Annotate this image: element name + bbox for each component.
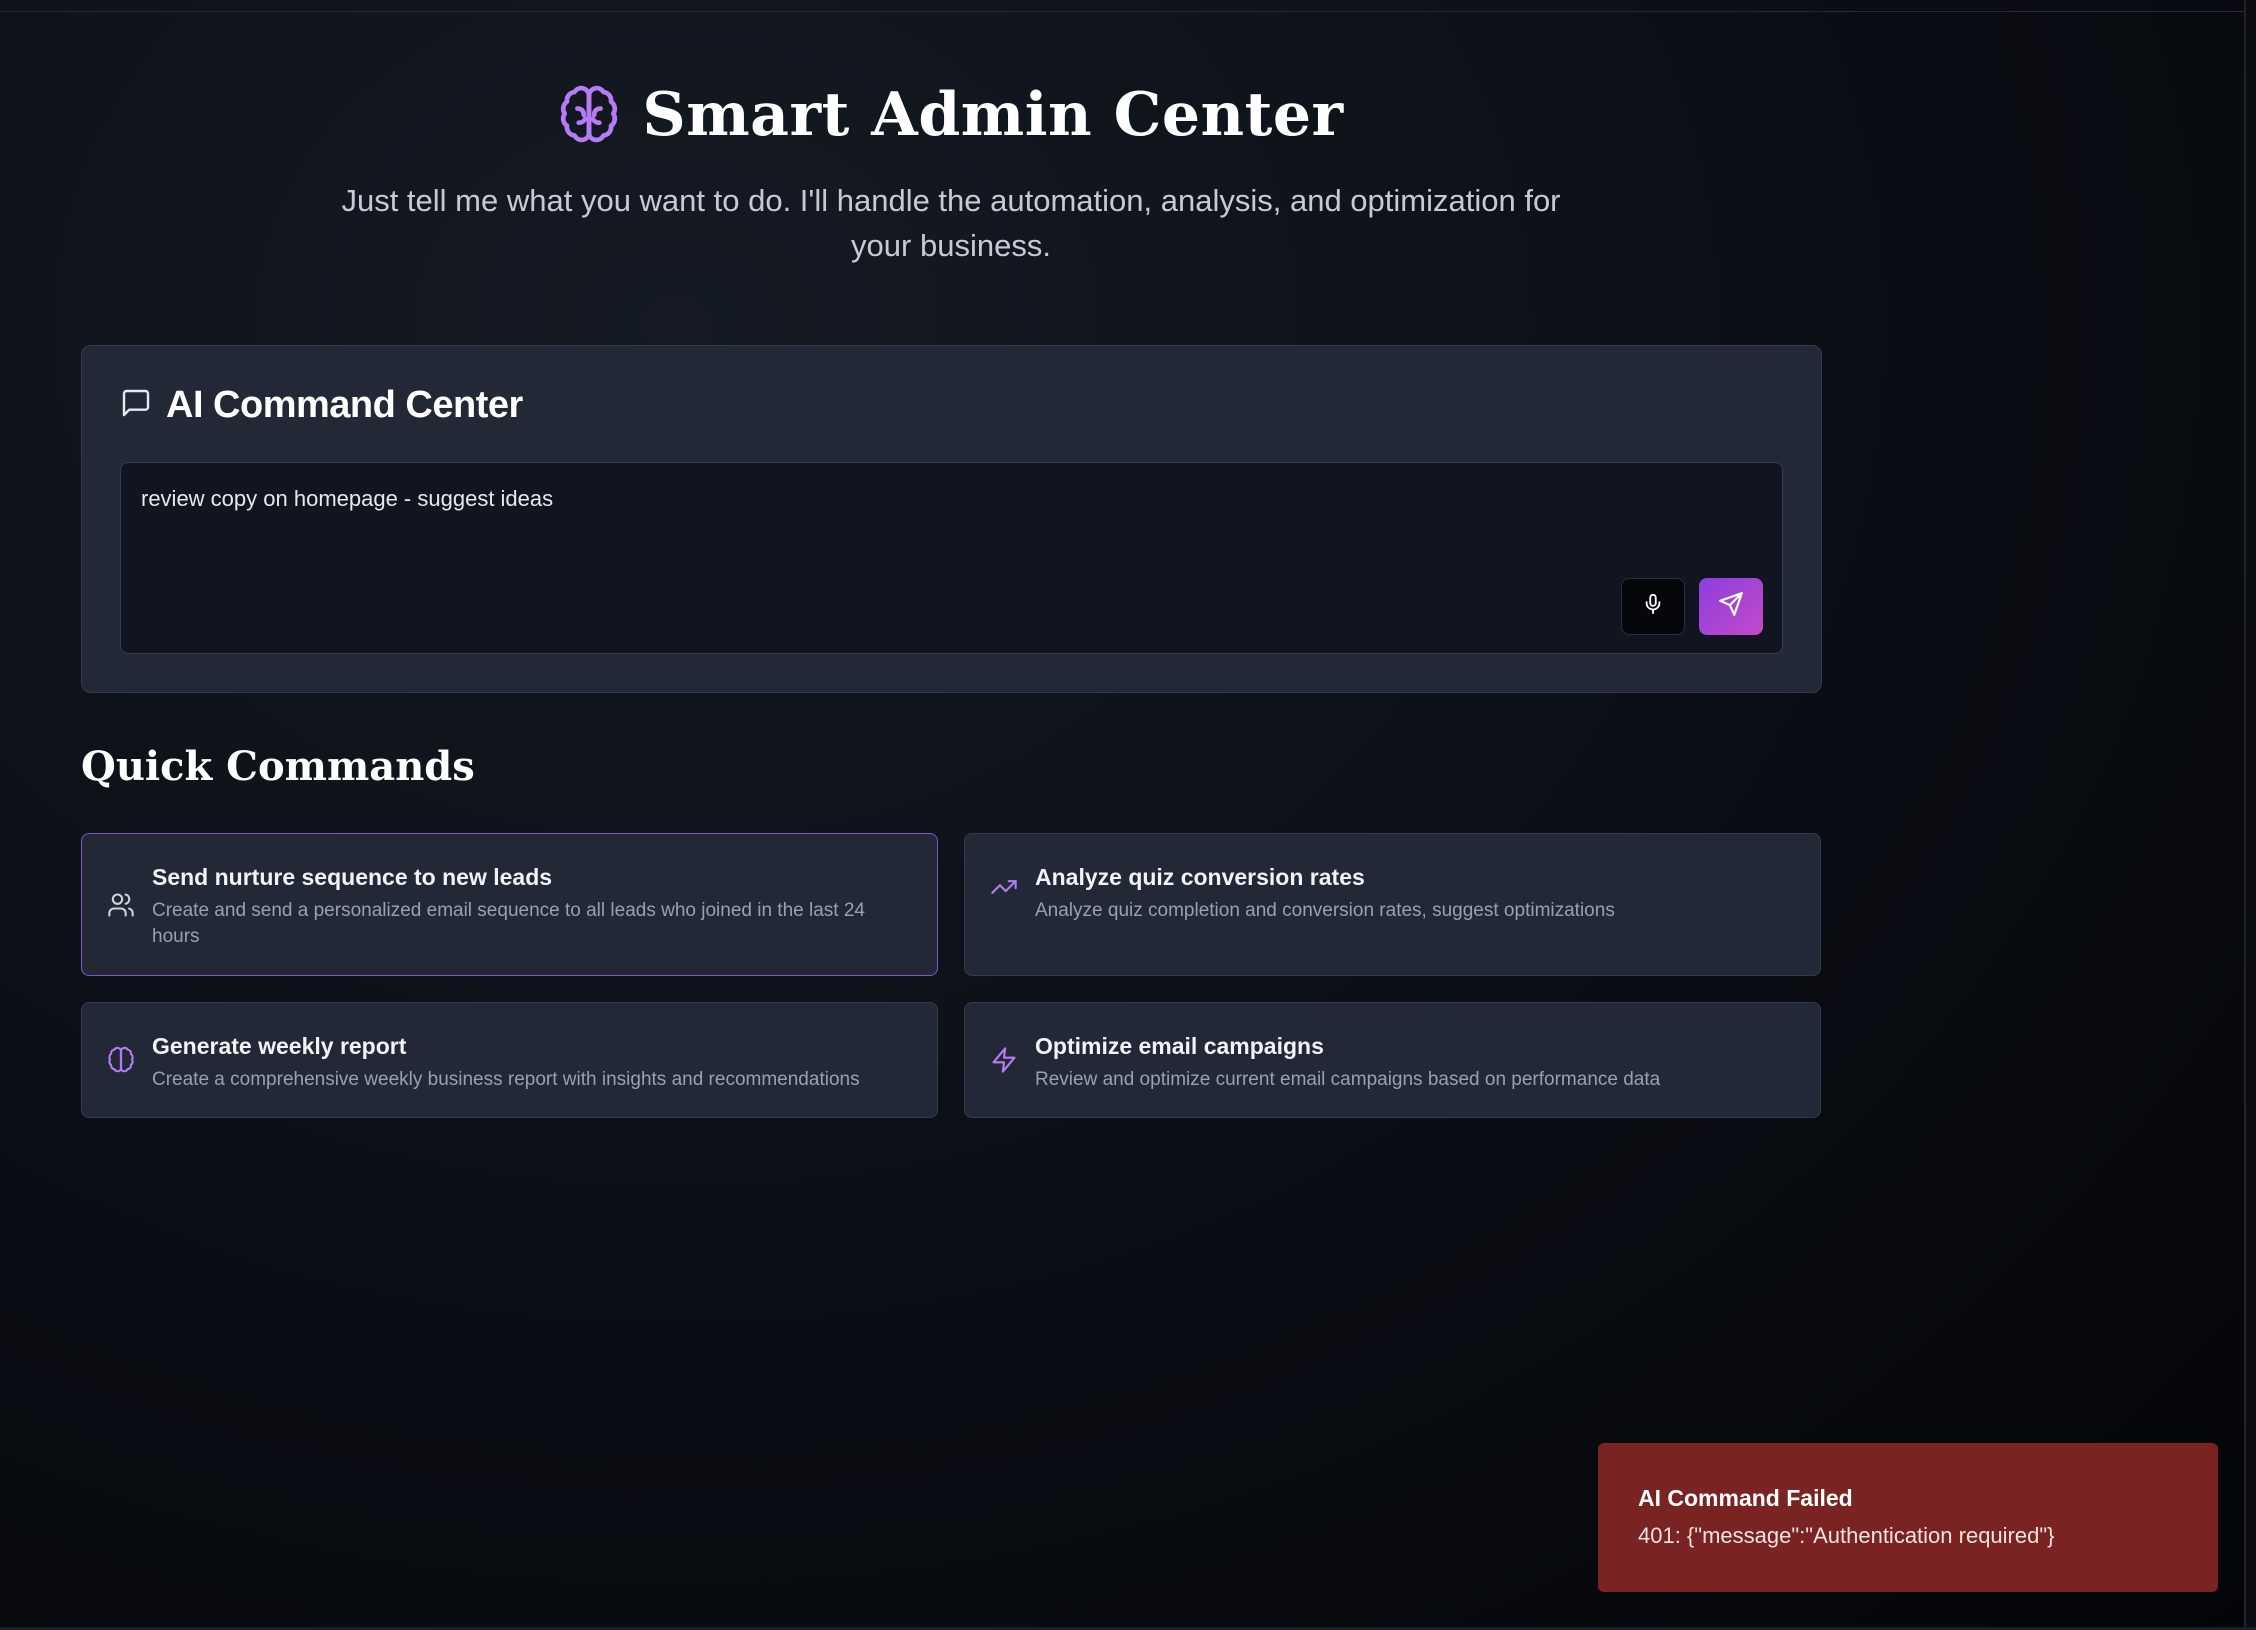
command-center-title: AI Command Center [166,384,523,426]
users-icon [106,890,136,920]
brain-icon [106,1045,136,1075]
quick-command-text: Send nurture sequence to new leads Creat… [152,862,917,950]
toast-title: AI Command Failed [1638,1485,1853,1511]
error-toast[interactable]: AI Command Failed 401: {"message":"Authe… [1598,1443,2218,1592]
message-square-icon [120,387,152,424]
quick-command-name: Optimize email campaigns [1035,1033,1324,1059]
quick-command-description: Create and send a personalized email seq… [152,900,865,947]
quick-command-text: Generate weekly report Create a comprehe… [152,1031,917,1093]
window-right-edge [2244,0,2256,1630]
quick-command-description: Create a comprehensive weekly business r… [152,1069,860,1090]
quick-command-text: Optimize email campaigns Review and opti… [1035,1031,1800,1093]
page-header: Smart Admin Center [0,80,1902,150]
quick-command-description: Review and optimize current email campai… [1035,1069,1661,1090]
send-icon [1718,591,1744,622]
send-button[interactable] [1699,578,1763,635]
quick-command-name: Analyze quiz conversion rates [1035,864,1365,890]
microphone-button[interactable] [1621,578,1685,635]
toast-message: 401: {"message":"Authentication required… [1638,1523,2055,1548]
quick-command-text: Analyze quiz conversion rates Analyze qu… [1035,862,1800,924]
page-title: Smart Admin Center [642,80,1344,150]
top-divider [0,11,2244,12]
trending-up-icon [989,872,1019,902]
brain-icon [558,84,620,146]
quick-command-name: Generate weekly report [152,1033,407,1059]
lightning-icon [989,1045,1019,1075]
quick-command-analyze-quiz[interactable]: Analyze quiz conversion rates Analyze qu… [964,833,1821,976]
quick-command-optimize-email[interactable]: Optimize email campaigns Review and opti… [964,1002,1821,1118]
command-center-header: AI Command Center [120,384,523,427]
quick-command-description: Analyze quiz completion and conversion r… [1035,900,1615,921]
quick-commands-title: Quick Commands [81,743,475,790]
microphone-icon [1642,593,1664,620]
quick-command-weekly-report[interactable]: Generate weekly report Create a comprehe… [81,1002,938,1118]
quick-command-send-nurture[interactable]: Send nurture sequence to new leads Creat… [81,833,938,976]
page: Smart Admin Center Just tell me what you… [0,0,2256,1630]
command-input[interactable] [141,479,1701,519]
quick-command-name: Send nurture sequence to new leads [152,864,553,890]
ai-command-center-card: AI Command Center [81,345,1822,693]
page-subtitle: Just tell me what you want to do. I'll h… [341,183,1561,263]
command-input-container [120,462,1783,654]
